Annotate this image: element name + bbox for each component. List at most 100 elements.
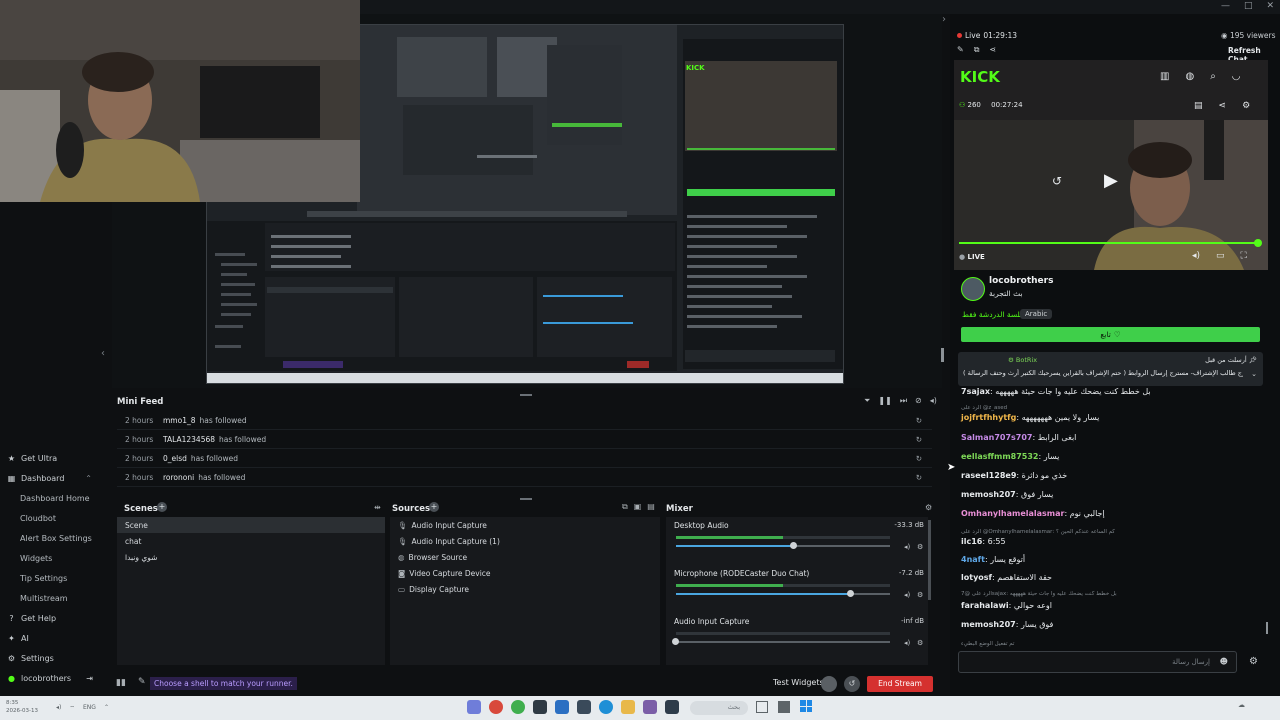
replay-buffer-button[interactable]: ↺: [844, 676, 860, 692]
channel-settings-icon[interactable]: ⚙: [917, 591, 923, 599]
app-icon-terminal[interactable]: [533, 700, 547, 714]
follow-button[interactable]: تابع ♡: [961, 327, 1260, 342]
mute-icon[interactable]: ⊘: [915, 396, 922, 406]
language-tag[interactable]: Arabic: [1020, 309, 1053, 319]
channel-settings-icon[interactable]: ⚙: [917, 639, 923, 647]
source-item[interactable]: ▭ Display Capture: [390, 581, 660, 597]
mute-icon[interactable]: ◂): [904, 591, 910, 599]
rewind-icon[interactable]: ↺: [1052, 174, 1062, 188]
user-icon[interactable]: ◡: [1232, 71, 1241, 82]
sidebar-item-cloudbot[interactable]: Cloudbot: [0, 508, 100, 528]
app-icon-store[interactable]: [577, 700, 591, 714]
maximize-button[interactable]: □: [1244, 1, 1253, 11]
chat-username[interactable]: memosh207: [961, 620, 1016, 629]
volume-slider[interactable]: [676, 593, 890, 595]
sidebar-item-alert-box-settings[interactable]: Alert Box Settings: [0, 528, 100, 548]
chat-username[interactable]: memosh207: [961, 490, 1016, 499]
chat-username[interactable]: jojfrtfhhytfg: [961, 413, 1016, 422]
minimize-button[interactable]: —: [1221, 1, 1230, 11]
test-widgets-button[interactable]: Test Widgets: [773, 678, 824, 687]
channel-settings-icon[interactable]: ⚙: [917, 543, 923, 551]
seek-handle[interactable]: [1254, 239, 1262, 247]
pause-icon[interactable]: ❚❚: [878, 396, 891, 406]
app-icon-mail[interactable]: [555, 700, 569, 714]
app-icon-copilot[interactable]: [467, 700, 481, 714]
filter-icon[interactable]: ⏷: [864, 396, 870, 406]
taskbar-search[interactable]: بحث: [690, 701, 748, 715]
tip-banner[interactable]: Choose a shell to match your runner.: [150, 677, 297, 690]
source-item[interactable]: ◍ Browser Source: [390, 549, 660, 565]
sidebar-item-dashboard-home[interactable]: Dashboard Home: [0, 488, 100, 508]
sidebar-item-get-ultra[interactable]: ★ Get Ultra: [0, 448, 100, 468]
sidebar-item-get-help[interactable]: ? Get Help: [0, 608, 100, 628]
browse-icon[interactable]: ▥: [1160, 71, 1169, 82]
close-button[interactable]: ✕: [1266, 1, 1274, 11]
kick-player[interactable]: KICK ▥ ◍ ⌕ ◡ ⚇ 260 00:27:24 ▤ ⋖ ⚙ ↺ ▶ ● LIVE …: [954, 60, 1268, 270]
scene-item[interactable]: شوي ونبدا: [117, 549, 385, 565]
sidebar-item-settings[interactable]: ⚙ Settings: [0, 648, 100, 668]
volume-slider-handle[interactable]: [672, 638, 679, 645]
theater-icon[interactable]: ▭: [1216, 251, 1225, 261]
app-icon-chrome-alt[interactable]: [511, 700, 525, 714]
network-icon[interactable]: ⌔: [69, 704, 75, 712]
search-icon[interactable]: ⌕: [1210, 71, 1216, 82]
settings-icon[interactable]: ⚙: [1242, 101, 1250, 111]
channel-avatar[interactable]: [961, 277, 985, 301]
chat-input[interactable]: إرسال رسالة ☻: [958, 651, 1237, 673]
app-icon-edge[interactable]: [599, 700, 613, 714]
chat-scrollbar[interactable]: [1266, 622, 1268, 634]
fullscreen-icon[interactable]: ⛶: [1241, 251, 1247, 261]
expand-right-icon[interactable]: ›: [942, 14, 946, 25]
add-scene-button[interactable]: +: [157, 502, 167, 512]
sidebar-item-widgets[interactable]: Widgets: [0, 548, 100, 568]
replay-icon[interactable]: ↻: [916, 454, 922, 463]
skip-icon[interactable]: ⏭: [900, 396, 907, 406]
share-icon[interactable]: ⋖: [989, 45, 996, 55]
app-icon-settings[interactable]: [643, 700, 657, 714]
volume-tray-icon[interactable]: ◂): [56, 704, 61, 712]
source-item[interactable]: ◙ Video Capture Device: [390, 565, 660, 581]
weather-icon[interactable]: ☁: [1238, 701, 1245, 709]
chat-settings-icon[interactable]: ⚙: [1249, 656, 1258, 667]
seek-bar[interactable]: [959, 242, 1261, 244]
channel-name[interactable]: locobrothers: [989, 276, 1053, 286]
scene-transition-icon[interactable]: ⇹: [374, 503, 381, 512]
language-indicator[interactable]: ENG: [83, 704, 96, 712]
sidebar-item-account[interactable]: ● locobrothers ⇥: [0, 668, 100, 688]
task-view-icon[interactable]: [756, 701, 768, 713]
chat-username[interactable]: raseel128e9: [961, 471, 1016, 480]
mute-icon[interactable]: ◂): [904, 639, 910, 647]
layers-icon[interactable]: ▤: [647, 502, 655, 512]
replay-icon[interactable]: ↻: [916, 435, 922, 444]
play-icon[interactable]: ▶: [1104, 170, 1118, 191]
widgets-icon[interactable]: [778, 701, 790, 713]
stats-icon[interactable]: ▮▮: [116, 678, 126, 688]
scene-item[interactable]: chat: [117, 533, 385, 549]
taskbar-clock[interactable]: 8:35 2026-03-13: [6, 699, 38, 715]
app-icon-chrome[interactable]: [489, 700, 503, 714]
volume-slider-handle[interactable]: [789, 542, 797, 549]
volume-slider[interactable]: [676, 545, 890, 547]
volume-slider[interactable]: [676, 641, 890, 643]
windows-start-icon[interactable]: [800, 700, 812, 712]
tray-expand-icon[interactable]: ⌃: [104, 704, 109, 712]
source-item[interactable]: 🎙︎ Audio Input Capture: [390, 517, 660, 533]
logout-icon[interactable]: ⇥: [86, 674, 93, 683]
popout-icon[interactable]: ⧉: [974, 45, 980, 55]
record-button[interactable]: [821, 676, 837, 692]
mute-icon[interactable]: ◂): [904, 543, 910, 551]
preview-resize-handle[interactable]: [941, 348, 944, 362]
globe-icon[interactable]: ◍: [1185, 71, 1194, 82]
sidebar-item-multistream[interactable]: Multistream: [0, 588, 100, 608]
chat-username[interactable]: farahalawi: [961, 601, 1009, 610]
end-stream-button[interactable]: End Stream: [867, 676, 933, 692]
app-icon-widgets[interactable]: [665, 700, 679, 714]
chat-username[interactable]: eellasffmm87532: [961, 452, 1038, 461]
sidebar-item-ai[interactable]: ✦ AI: [0, 628, 100, 648]
sidebar-item-dashboard[interactable]: ▦ Dashboard ⌃: [0, 468, 100, 488]
emoji-icon[interactable]: ☻: [1220, 657, 1228, 666]
sidebar-item-tip-settings[interactable]: Tip Settings: [0, 568, 100, 588]
volume-icon[interactable]: ◂): [1192, 251, 1200, 261]
replay-icon[interactable]: ↻: [916, 416, 922, 425]
group-icon[interactable]: ▣: [634, 502, 642, 512]
